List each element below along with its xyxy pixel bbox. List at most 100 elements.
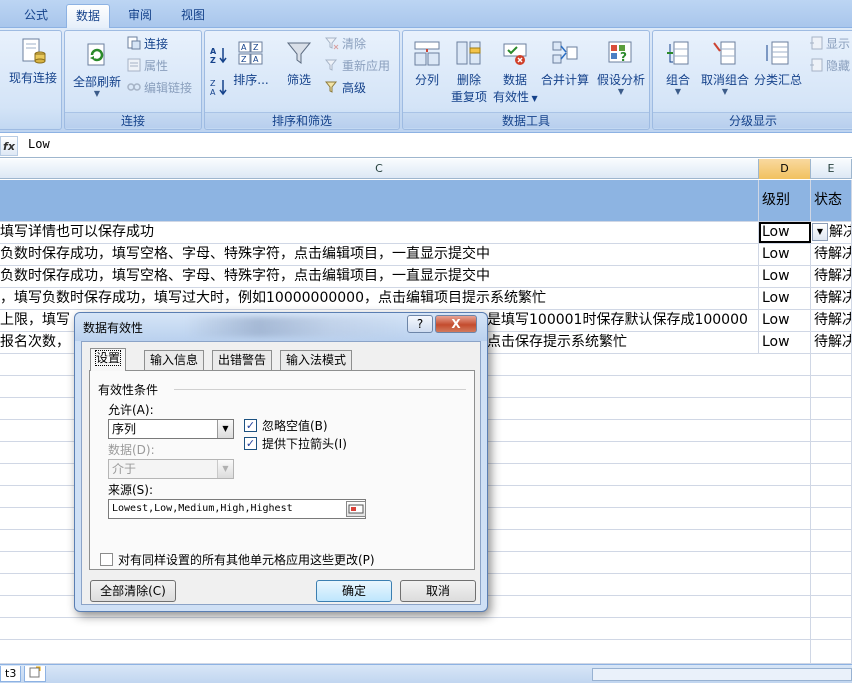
tab-data[interactable]: 数据 <box>66 4 110 29</box>
empty-cell[interactable] <box>759 442 811 463</box>
column-header-d[interactable]: D <box>759 159 811 179</box>
empty-cell[interactable] <box>811 618 852 639</box>
cell-status[interactable]: 待解决 <box>811 288 852 309</box>
apply-all-checkbox[interactable] <box>100 553 113 566</box>
header-cell-c[interactable] <box>0 180 759 221</box>
clear-filter-button[interactable]: 清除 <box>325 35 366 53</box>
cell-level[interactable]: Low <box>759 288 811 309</box>
tab-formulas[interactable]: 公式 <box>14 4 58 28</box>
empty-cell[interactable] <box>811 596 852 617</box>
header-cell-level[interactable]: 级别 <box>759 180 811 221</box>
cell-status[interactable]: 待解决 <box>811 332 852 353</box>
what-if-analysis-button[interactable]: ? 假设分析 ▼ <box>593 39 649 96</box>
sort-ascending-button[interactable]: AZ <box>209 45 229 65</box>
existing-connections-button[interactable]: 现有连接 <box>5 37 61 86</box>
empty-cell[interactable] <box>811 530 852 551</box>
header-cell-status[interactable]: 状态 <box>811 180 852 221</box>
empty-cell[interactable] <box>759 508 811 529</box>
empty-cell[interactable] <box>811 464 852 485</box>
ungroup-button[interactable]: 取消组合 ▼ <box>699 39 751 96</box>
empty-cell[interactable] <box>811 442 852 463</box>
column-header-c[interactable]: C <box>0 159 759 179</box>
edit-links-button[interactable]: 编辑链接 <box>127 79 192 97</box>
empty-cell[interactable] <box>811 640 852 663</box>
cell-level-active[interactable]: Low <box>759 222 811 243</box>
insert-sheet-button[interactable] <box>24 666 46 682</box>
empty-cell[interactable] <box>759 486 811 507</box>
empty-cell[interactable] <box>759 398 811 419</box>
cell-level[interactable]: Low <box>759 244 811 265</box>
empty-cell[interactable] <box>759 552 811 573</box>
connections-button[interactable]: 连接 <box>127 35 168 53</box>
insert-function-button[interactable]: fx <box>0 136 18 156</box>
empty-cell[interactable] <box>759 530 811 551</box>
empty-cell[interactable] <box>811 376 852 397</box>
empty-cell[interactable] <box>811 552 852 573</box>
in-cell-dropdown-checkbox[interactable]: ✓ <box>244 437 257 450</box>
sheet-tab[interactable]: t3 <box>0 666 22 682</box>
tab-ime-mode[interactable]: 输入法模式 <box>280 350 353 370</box>
formula-input[interactable]: Low <box>28 137 50 151</box>
empty-cell[interactable] <box>811 486 852 507</box>
tab-settings-label: 设置 <box>94 350 122 366</box>
sort-descending-button[interactable]: ZA <box>209 77 229 97</box>
cell-status[interactable]: 待解决 <box>811 244 852 265</box>
hide-detail-button[interactable]: 隐藏 <box>809 57 850 75</box>
empty-cell[interactable] <box>759 376 811 397</box>
cell-description[interactable]: 填写详情也可以保存成功 <box>0 222 759 243</box>
close-button[interactable]: X <box>435 315 477 333</box>
tab-settings[interactable]: 设置 <box>90 348 127 371</box>
group-button[interactable]: 组合 ▼ <box>657 39 699 96</box>
source-input[interactable]: Lowest,Low,Medium,High,Highest <box>108 499 366 519</box>
tab-review[interactable]: 审阅 <box>118 4 162 28</box>
cell-description[interactable]: 负数时保存成功，填写空格、字母、特殊字符，点击编辑项目，一直显示提交中 <box>0 266 759 287</box>
tab-input-message[interactable]: 输入信息 <box>144 350 205 370</box>
reapply-button[interactable]: 重新应用 <box>325 57 390 75</box>
subtotal-button[interactable]: 分类汇总 <box>753 39 803 88</box>
empty-cell[interactable] <box>811 420 852 441</box>
tab-error-alert[interactable]: 出错警告 <box>212 350 273 370</box>
empty-cell[interactable] <box>759 596 811 617</box>
cell-level[interactable]: Low <box>759 266 811 287</box>
document-database-icon <box>22 38 46 64</box>
empty-cell[interactable] <box>759 354 811 375</box>
column-header-e[interactable]: E <box>811 159 852 179</box>
empty-cell[interactable] <box>759 464 811 485</box>
cell-description[interactable]: 负数时保存成功，填写空格、字母、特殊字符，点击编辑项目，一直显示提交中 <box>0 244 759 265</box>
help-button[interactable]: ? <box>407 315 433 333</box>
range-select-button[interactable] <box>346 501 366 517</box>
filter-button[interactable]: 筛选 <box>279 39 319 88</box>
dialog-title-bar[interactable]: 数据有效性 ? X <box>75 313 487 341</box>
refresh-all-button[interactable]: 全部刷新 ▼ <box>67 41 127 98</box>
ok-button[interactable]: 确定 <box>316 580 392 602</box>
properties-button[interactable]: 属性 <box>127 57 168 75</box>
sort-button[interactable]: A Z Z A 排序... <box>231 39 271 88</box>
cancel-button[interactable]: 取消 <box>400 580 476 602</box>
consolidate-button[interactable]: 合并计算 <box>539 39 591 88</box>
ignore-blank-checkbox[interactable]: ✓ <box>244 419 257 432</box>
empty-cell[interactable] <box>759 640 811 663</box>
clear-all-button[interactable]: 全部清除(C) <box>90 580 176 602</box>
horizontal-scrollbar[interactable] <box>592 668 852 681</box>
text-to-columns-button[interactable]: 分列 <box>407 39 447 88</box>
empty-cell[interactable] <box>811 354 852 375</box>
allow-select[interactable]: 序列 ▼ <box>108 419 234 439</box>
cell-description[interactable]: ，填写负数时保存成功，填写过大时，例如10000000000，点击编辑项目提示系… <box>0 288 759 309</box>
cell-dropdown-arrow[interactable]: ▼ <box>812 223 828 241</box>
cell-status[interactable]: 待解决 <box>811 310 852 331</box>
empty-cell[interactable] <box>811 398 852 419</box>
advanced-filter-button[interactable]: 高级 <box>325 79 366 97</box>
cell-level[interactable]: Low <box>759 332 811 353</box>
empty-cell[interactable] <box>811 508 852 529</box>
tab-view[interactable]: 视图 <box>170 4 216 28</box>
empty-cell[interactable] <box>759 574 811 595</box>
cell-level[interactable]: Low <box>759 310 811 331</box>
empty-cell[interactable] <box>759 618 811 639</box>
empty-cell[interactable] <box>759 420 811 441</box>
empty-cell[interactable] <box>811 574 852 595</box>
remove-duplicates-button[interactable]: 删除 重复项 <box>447 39 491 105</box>
cell-status[interactable]: 待解决 <box>811 266 852 287</box>
show-detail-button[interactable]: 显示 <box>809 35 850 53</box>
data-validation-button[interactable]: 数据 有效性 ▼ <box>493 39 538 105</box>
data-select[interactable]: 介于 ▼ <box>108 459 234 479</box>
